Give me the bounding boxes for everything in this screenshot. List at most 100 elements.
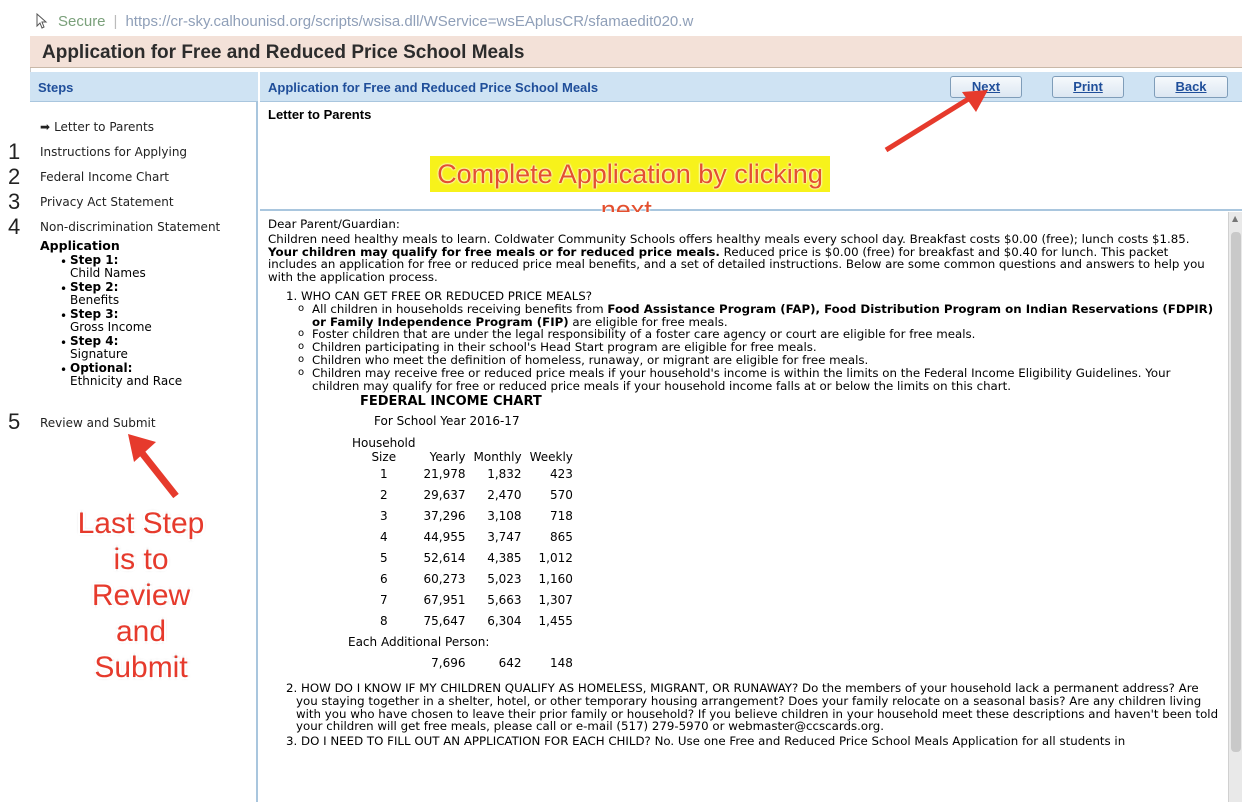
step2-label: Benefits [70,293,120,307]
cell-monthly: 3,108 [487,509,522,524]
bullet-icon: • [60,363,68,377]
cell-weekly: 865 [549,530,573,545]
cell-weekly: 423 [549,467,573,482]
scrollbar-thumb[interactable] [1231,232,1241,752]
address-bar[interactable]: Secure | https://cr-sky.calhounisd.org/s… [30,6,1247,36]
column-header-weekly: Weekly [529,449,573,464]
sidebar-item-federal-income[interactable]: Federal Income Chart [40,170,169,184]
sidebar-item-privacy[interactable]: Privacy Act Statement [40,195,174,209]
cell-yearly: 29,637 [423,488,466,503]
cell-size: 4 [379,530,388,545]
additional-yearly: 7,696 [431,656,466,671]
sidebar-item-step4[interactable]: Step 4: Signature [70,335,128,361]
arrow-right-icon: ➡ [40,120,51,134]
table-row: 4 44,955 3,747 865 [348,527,577,548]
url-text[interactable]: https://cr-sky.calhounisd.org/scripts/ws… [125,13,693,30]
cell-monthly: 5,023 [487,572,522,587]
additional-person-label-row: Each Additional Person: [348,632,577,653]
column-header-yearly: Yearly [429,449,466,464]
cell-yearly: 37,296 [423,509,466,524]
annotation-number-1: 1 [8,139,21,164]
page-title: Application for Free and Reduced Price S… [30,36,1242,68]
bullet-icon: • [60,255,68,269]
sidebar-item-letter[interactable]: ➡ Letter to Parents [40,120,154,134]
income-table-body: 1 21,978 1,832 423 2 29,637 2,470 570 3 37,296 3,1… [348,464,577,632]
cell-weekly: 1,012 [538,551,573,566]
sidebar-item-instructions[interactable]: Instructions for Applying [40,145,187,159]
cell-monthly: 3,747 [487,530,522,545]
scroll-up-icon[interactable]: ▲ [1232,214,1238,223]
steps-header: Steps [30,72,258,102]
steps-sidebar: ➡ Letter to Parents Instructions for Appl… [30,102,258,802]
sidebar-item-label: Letter to Parents [54,120,154,134]
table-row: 7 67,951 5,663 1,307 [348,590,577,611]
letter-greeting: Dear Parent/Guardian: [268,217,400,231]
optional-label: Ethnicity and Race [70,374,183,388]
cell-yearly: 67,951 [423,593,466,608]
table-row: 5 52,614 4,385 1,012 [348,548,577,569]
cell-weekly: 718 [549,509,573,524]
question-3: 3. DO I NEED TO FILL OUT AN APPLICATION … [286,734,1126,749]
print-button[interactable]: Print [1052,76,1124,98]
table-row: 3 37,296 3,108 718 [348,506,577,527]
table-header-row: Household [348,436,577,450]
cell-yearly: 44,955 [423,530,466,545]
column-header-household: Household [352,435,416,450]
income-chart-title: FEDERAL INCOME CHART [360,394,542,410]
question-2: 2. HOW DO I KNOW IF MY CHILDREN QUALIFY … [286,680,1219,734]
sidebar-item-step2[interactable]: Step 2: Benefits [70,281,119,307]
table-header-row: Size Yearly Monthly Weekly [348,450,577,464]
table-row: 6 60,273 5,023 1,160 [348,569,577,590]
column-header-size: Size [371,449,397,464]
cell-monthly: 6,304 [487,614,522,629]
table-row: 2 29,637 2,470 570 [348,485,577,506]
annotation-number-3: 3 [8,189,21,214]
cell-weekly: 1,455 [538,614,573,629]
cell-monthly: 4,385 [487,551,522,566]
cell-size: 3 [379,509,388,524]
additional-weekly: 148 [549,656,573,671]
last-step-annotation: Last Step is to Review and Submit [77,507,205,684]
sidebar-item-review[interactable]: Review and Submit [40,416,156,430]
main-header: Application for Free and Reduced Price S… [260,72,1242,102]
annotation-number-2: 2 [8,164,21,189]
step4-label: Signature [70,347,128,361]
cell-monthly: 1,832 [487,467,522,482]
cell-yearly: 52,614 [423,551,466,566]
additional-person-row: 7,696 642 148 [348,653,577,674]
cell-weekly: 1,160 [538,572,573,587]
cell-size: 8 [379,614,388,629]
sidebar-item-optional[interactable]: Optional: Ethnicity and Race [70,362,182,388]
income-table: Household Size Yearly Monthly Weekly 1 21… [348,436,577,674]
secure-label: Secure [58,12,106,30]
address-separator: | [113,12,118,30]
bullet-icon: • [60,336,68,350]
federal-income-chart: FEDERAL INCOME CHART For School Year 201… [348,394,1220,674]
sidebar-application-heading: Application [40,238,120,253]
additional-person-label: Each Additional Person: [348,635,490,650]
next-button[interactable]: Next [950,76,1022,98]
sidebar-item-step1[interactable]: Step 1: Child Names [70,254,146,280]
content-scrollbar[interactable]: ▲ [1228,212,1242,802]
back-button[interactable]: Back [1154,76,1228,98]
table-row: 1 21,978 1,832 423 [348,464,577,485]
cell-weekly: 1,307 [538,593,573,608]
letter-content: Dear Parent/Guardian: Children need heal… [260,212,1228,802]
cell-monthly: 2,470 [487,488,522,503]
sidebar-item-step3[interactable]: Step 3: Gross Income [70,308,152,334]
income-chart-subtitle: For School Year 2016-17 [374,414,520,429]
sidebar-item-nondiscrimination[interactable]: Non-discrimination Statement [40,220,220,234]
bullet-icon: • [60,282,68,296]
bullet-icon: • [60,309,68,323]
question-1-list: All children in households receiving ben… [298,302,1220,393]
letter-header-title: Letter to Parents [268,107,372,122]
cursor-icon [36,12,52,29]
cell-size: 6 [379,572,388,587]
list-item: Children may receive free or reduced pri… [298,366,1220,393]
cell-size: 1 [379,467,388,482]
additional-monthly: 642 [498,656,522,671]
list-item: Children who meet the definition of home… [298,354,1220,367]
cell-yearly: 75,647 [423,614,466,629]
column-header-monthly: Monthly [473,449,522,464]
annotation-number-4: 4 [8,214,21,239]
